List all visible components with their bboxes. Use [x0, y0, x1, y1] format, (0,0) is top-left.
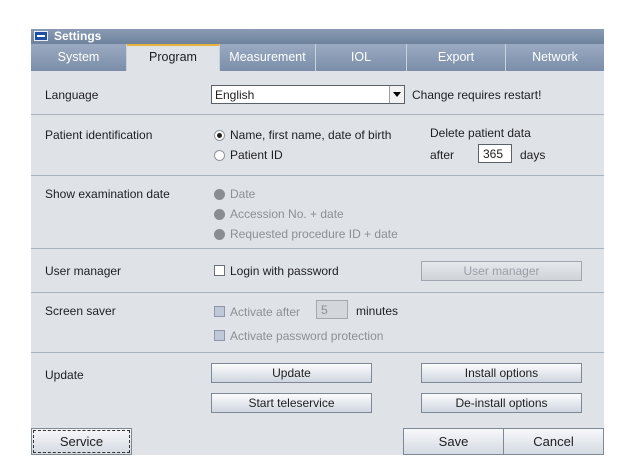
radio-patient-id-label: Patient ID: [230, 148, 283, 162]
radio-procedure-label: Requested procedure ID + date: [230, 227, 398, 241]
delete-days-input[interactable]: 365: [478, 144, 512, 163]
after-label: after: [430, 148, 455, 162]
login-password-checkbox[interactable]: [214, 265, 225, 276]
radio-patient-id[interactable]: [214, 150, 225, 161]
tab-system[interactable]: System: [31, 44, 127, 71]
deinstall-options-button[interactable]: De-install options: [421, 393, 582, 413]
exam-date-label: Show examination date: [45, 187, 170, 201]
restart-note: Change requires restart!: [412, 88, 542, 102]
tab-measurement[interactable]: Measurement: [220, 44, 316, 71]
minutes-label: minutes: [356, 304, 399, 318]
language-select[interactable]: English: [211, 85, 405, 104]
activate-after-checkbox[interactable]: [214, 306, 225, 317]
update-label: Update: [45, 368, 84, 382]
update-button[interactable]: Update: [211, 363, 372, 383]
password-protection-checkbox[interactable]: [214, 330, 225, 341]
tab-bar: System Program Measurement IOL Export Ne…: [31, 44, 604, 71]
radio-name-dob-label: Name, first name, date of birth: [230, 128, 392, 142]
app-icon: [34, 31, 48, 41]
radio-name-dob[interactable]: [214, 130, 225, 141]
delete-data-title: Delete patient data: [430, 126, 531, 140]
window-title: Settings: [54, 29, 102, 43]
radio-procedure[interactable]: [214, 229, 225, 240]
service-button[interactable]: Service: [31, 428, 132, 455]
radio-date-label: Date: [230, 187, 256, 201]
tab-network[interactable]: Network: [506, 44, 604, 71]
patient-id-label: Patient identification: [45, 128, 153, 142]
install-options-button[interactable]: Install options: [421, 363, 582, 383]
save-button[interactable]: Save: [403, 428, 504, 455]
language-label: Language: [45, 88, 99, 102]
login-password-label: Login with password: [230, 264, 339, 278]
user-manager-label: User manager: [45, 264, 122, 278]
user-manager-button[interactable]: User manager: [421, 261, 582, 281]
tab-export[interactable]: Export: [407, 44, 506, 71]
settings-window: Settings System Program Measurement IOL …: [31, 29, 604, 455]
radio-accession[interactable]: [214, 209, 225, 220]
activate-after-label: Activate after: [230, 305, 301, 319]
tab-iol[interactable]: IOL: [316, 44, 407, 71]
radio-date[interactable]: [214, 189, 225, 200]
title-bar: Settings: [31, 29, 604, 44]
tab-program[interactable]: Program: [127, 44, 220, 71]
password-protection-label: Activate password protection: [230, 329, 384, 343]
chevron-down-icon[interactable]: [389, 86, 404, 103]
radio-accession-label: Accession No. + date: [230, 207, 344, 221]
patient-id-section: [31, 115, 604, 176]
cancel-button[interactable]: Cancel: [503, 428, 604, 455]
minutes-input[interactable]: 5: [316, 300, 348, 319]
start-teleservice-button[interactable]: Start teleservice: [211, 393, 372, 413]
screen-saver-label: Screen saver: [45, 304, 116, 318]
days-label: days: [520, 148, 546, 162]
language-value: English: [215, 88, 255, 102]
